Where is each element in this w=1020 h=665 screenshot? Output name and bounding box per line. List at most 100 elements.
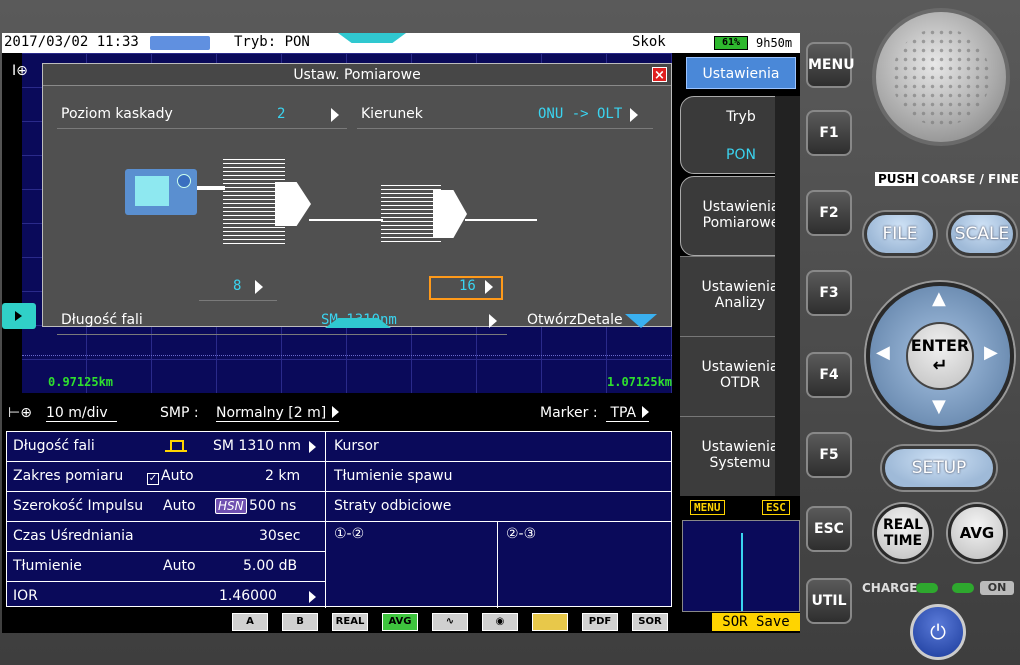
marker-b-icon[interactable]: B [282,613,318,631]
return-loss-row[interactable]: Straty odbiciowe [326,492,671,522]
splice-loss-row[interactable]: Tłumienie spawu [326,462,671,492]
param-row-pulse[interactable]: Szerokość Impulsu Auto HSN 500 ns [7,492,325,522]
util-key[interactable]: UTIL [806,578,852,624]
wavelength-label: Długość fali [61,312,143,328]
arrow-left-icon[interactable]: ◀ [876,342,890,363]
distance-left: 0.97125km [48,375,114,389]
close-icon[interactable]: × [652,67,667,83]
split1-arrow-icon[interactable] [255,280,263,294]
setup-key[interactable]: SETUP [882,446,996,490]
param-mode: Auto [161,468,194,484]
param-value: SM 1310 nm [213,438,302,454]
esc-key[interactable]: ESC [806,506,852,552]
param-label: Tłumienie [13,558,82,574]
side-expand-arrow[interactable] [2,303,36,329]
status-pulldown-tab[interactable] [338,33,406,43]
distance-right: 1.07125km [607,375,673,389]
split1-value[interactable]: 8 [233,278,241,294]
param-label: Czas Uśredniania [13,528,134,544]
status-bar: 2017/03/02 11:33 Tryb: PON Skok 61% 9h50… [2,33,800,53]
charge-label: CHARGE [862,581,918,595]
split2-arrow-icon[interactable] [485,280,493,294]
direction-label: Kierunek [361,106,423,122]
pdf-icon[interactable]: PDF [582,613,618,631]
param-row-attenuation[interactable]: Tłumienie Auto 5.00 dB [7,552,325,582]
param-value: 500 ns [249,498,297,514]
cascade-arrow-icon[interactable] [331,108,339,122]
hsn-badge: HSN [215,498,247,514]
param-arrow-icon[interactable] [309,441,316,453]
checkbox-icon[interactable]: ✓ [147,473,159,485]
param-arrow-icon[interactable] [309,591,316,603]
menu-tag[interactable]: MENU [690,500,725,515]
realtime-key[interactable]: REAL TIME [874,504,932,562]
menu-key[interactable]: MENU [806,42,855,88]
mode-text: Tryb: PON [234,34,310,50]
esc-tag[interactable]: ESC [762,500,790,515]
otdr-device-knob [177,174,191,188]
f3-key[interactable]: F3 [806,270,852,316]
cascade-label: Poziom kaskady [61,106,173,122]
open-details-button[interactable]: OtwórzDetale [527,312,623,328]
otdr-device-screen [135,176,169,206]
f2-key[interactable]: F2 [806,190,852,236]
on-label: ON [980,581,1014,595]
realtime-icon[interactable]: REAL [332,613,368,631]
scale-value[interactable]: 10 m/div [46,405,117,422]
cascade-value[interactable]: 2 [277,106,285,122]
f1-key[interactable]: F1 [806,110,852,156]
battery-icon: 61% [714,36,748,50]
on-led-icon [952,583,974,593]
knob-grip-icon [892,28,990,126]
vertical-zoom-icon[interactable]: I⊕ [12,63,28,79]
smp-value[interactable]: Normalny [2 m] [216,405,340,422]
wave-icon[interactable]: ∿ [432,613,468,631]
direction-arrow-icon[interactable] [630,108,638,122]
sor-icon[interactable]: SOR [632,613,668,631]
param-row-wavelength[interactable]: Długość fali SM 1310 nm [7,432,325,462]
splitter1-icon [275,182,311,226]
splitter2-fibers [381,184,441,242]
direction-value[interactable]: ONU -> OLT [538,106,622,122]
sor-save-button[interactable]: SOR Save [712,613,800,631]
split2-value[interactable]: 16 [459,278,476,294]
param-row-range[interactable]: Zakres pomiaru ✓ Auto 2 km [7,462,325,492]
time-left: 9h50m [756,36,793,50]
arrow-down-icon[interactable]: ▼ [932,396,946,417]
file-key[interactable]: FILE [864,212,936,256]
chevron-down-icon[interactable] [625,314,657,328]
datetime: 2017/03/02 11:33 [4,34,139,50]
camera-icon[interactable]: ◉ [482,613,518,631]
measurement-settings-dialog: Ustaw. Pomiarowe × Poziom kaskady 2 Kier… [42,63,672,335]
f4-key[interactable]: F4 [806,352,852,398]
fiber-link [197,186,225,190]
power-icon[interactable]: ⏻ [910,604,966,660]
cursor-row[interactable]: Kursor [326,432,671,462]
marker-section-1-2: ①-② [326,522,498,608]
param-label: Zakres pomiaru [13,468,124,484]
avg-key[interactable]: AVG [948,504,1006,562]
push-coarse-fine-label: PUSH COARSE / FINE [875,172,1019,186]
softkey-scroll-strip [775,96,800,496]
enter-key[interactable]: ENTER ↵ [906,322,974,390]
charge-led-icon [916,583,938,593]
param-label: IOR [13,588,38,604]
scale-key[interactable]: SCALE [948,212,1016,256]
marker-a-icon[interactable]: A [232,613,268,631]
wavelength-arrow-icon[interactable] [489,314,497,328]
skok-indicator: Skok [632,34,666,50]
arrow-right-icon[interactable]: ▶ [984,342,998,363]
arrow-up-icon[interactable]: ▲ [932,288,946,309]
fiber-middle [309,219,383,221]
f5-key[interactable]: F5 [806,432,852,478]
splitter2-icon [433,190,467,238]
param-row-ior[interactable]: IOR 1.46000 [7,582,325,612]
folder-icon[interactable] [532,613,568,631]
mini-trace-overview [682,520,800,612]
param-row-averaging[interactable]: Czas Uśredniania 30sec [7,522,325,552]
trace-dotted-line [22,355,672,356]
param-value: 5.00 dB [243,558,298,574]
marker-value[interactable]: TPA [606,405,650,422]
horizontal-zoom-icon[interactable]: ⊢⊕ [8,405,32,421]
avg-icon[interactable]: AVG [382,613,418,631]
